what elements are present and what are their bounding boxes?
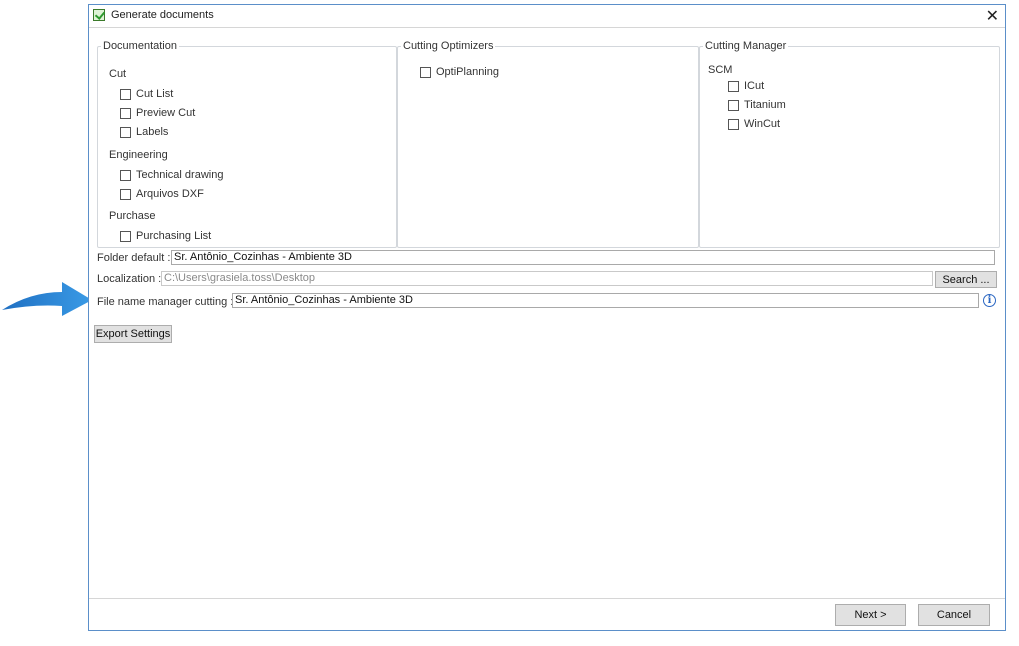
cancel-button[interactable]: Cancel [918,604,990,626]
file-name-manager-label: File name manager cutting : [97,296,234,308]
checkbox-label: OptiPlanning [436,66,499,78]
cutting-optimizers-group: Cutting Optimizers OptiPlanning [397,40,699,248]
export-settings-button[interactable]: Export Settings [94,325,172,343]
preview-cut-checkbox[interactable]: Preview Cut [120,107,195,119]
arquivos-dxf-checkbox[interactable]: Arquivos DXF [120,188,204,200]
checkbox-box[interactable] [728,118,739,130]
cutting-manager-legend: Cutting Manager [705,40,787,52]
file-name-manager-input[interactable]: Sr. Antônio_Cozinhas - Ambiente 3D [232,293,979,308]
checkbox-label: Preview Cut [136,107,196,119]
cut-list-checkbox[interactable]: Cut List [120,88,173,100]
cut-label: Cut [109,68,127,80]
folder-default-input[interactable]: Sr. Antônio_Cozinhas - Ambiente 3D [171,250,995,265]
checkbox-label: Labels [136,126,169,138]
localization-label: Localization : [97,273,162,285]
cutting-optimizers-legend: Cutting Optimizers [403,40,494,52]
checkbox-box[interactable] [120,88,131,100]
next-button[interactable]: Next > [835,604,906,626]
purchasing-list-checkbox[interactable]: Purchasing List [120,230,211,242]
checkbox-label: WinCut [744,118,781,130]
checkbox-box[interactable] [120,230,131,242]
window-title: Generate documents [111,9,214,21]
checkbox-box[interactable] [120,126,131,138]
titanium-checkbox[interactable]: Titanium [728,99,786,111]
wincut-checkbox[interactable]: WinCut [728,118,780,130]
checkbox-box[interactable] [420,66,431,78]
documentation-legend: Documentation [103,40,177,52]
checkbox-box[interactable] [120,169,131,181]
documentation-group: Documentation Cut Cut List Preview Cut L… [97,40,397,248]
checkbox-box[interactable] [728,80,739,92]
checkbox-label: ICut [744,80,765,92]
technical-drawing-checkbox[interactable]: Technical drawing [120,169,223,181]
checkbox-label: Arquivos DXF [136,188,204,200]
generate-documents-dialog: Generate documents ✕ Documentation Cut C… [88,4,1006,631]
optiplanning-checkbox[interactable]: OptiPlanning [420,66,499,78]
checkbox-label: Purchasing List [136,230,212,242]
annotation-arrow [2,282,92,316]
app-icon [93,9,105,21]
purchase-label: Purchase [109,210,156,222]
checkbox-label: Cut List [136,88,174,100]
checkbox-box[interactable] [728,99,739,111]
checkbox-label: Technical drawing [136,169,224,181]
labels-checkbox[interactable]: Labels [120,126,168,138]
cutting-manager-group: Cutting Manager SCM ICut Titanium WinCut [699,40,1000,248]
checkbox-box[interactable] [120,188,131,200]
info-icon[interactable]: i [983,294,996,307]
checkbox-box[interactable] [120,107,131,119]
scm-label: SCM [708,64,733,76]
footer-divider [89,598,1005,599]
title-bar: Generate documents ✕ [89,5,1005,28]
search-button[interactable]: Search ... [935,271,997,288]
checkbox-label: Titanium [744,99,786,111]
engineering-label: Engineering [109,149,168,161]
localization-input[interactable]: C:\Users\grasiela.toss\Desktop [161,271,933,286]
close-icon[interactable]: ✕ [986,6,999,26]
icut-checkbox[interactable]: ICut [728,80,764,92]
folder-default-label: Folder default : [97,252,171,264]
